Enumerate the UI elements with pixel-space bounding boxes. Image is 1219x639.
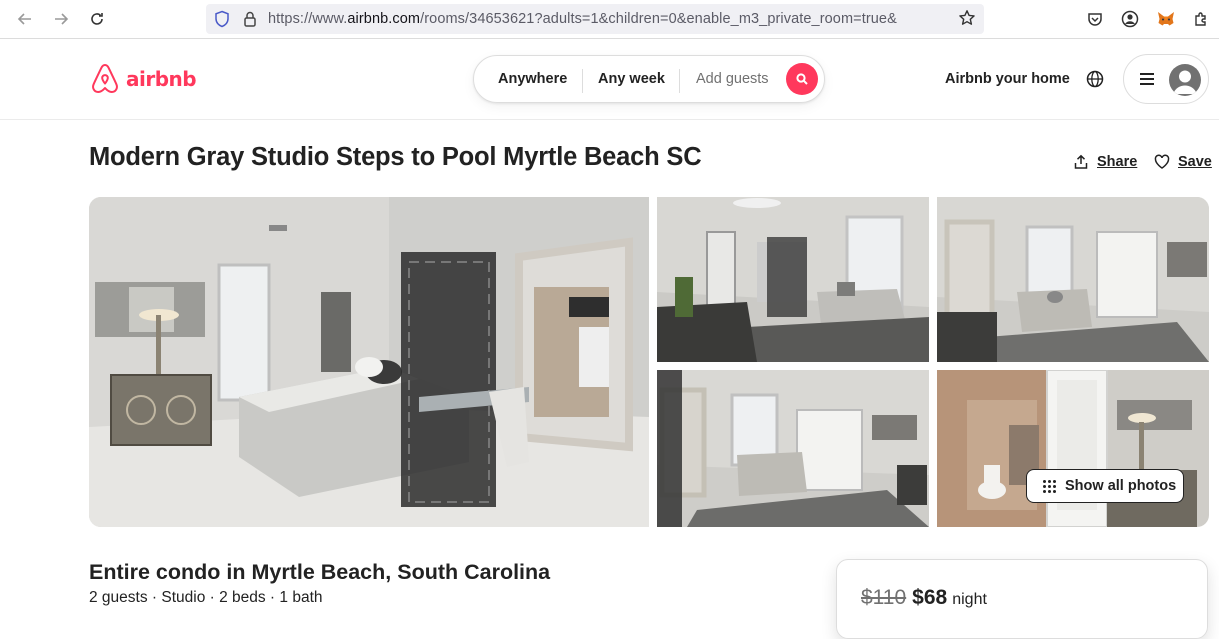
account-icon[interactable] xyxy=(1119,8,1141,30)
hamburger-menu-icon xyxy=(1139,72,1155,86)
listing-photo-main[interactable] xyxy=(89,197,649,527)
price-unit: night xyxy=(952,591,987,608)
back-arrow-icon[interactable] xyxy=(14,8,36,30)
search-add-guests-button[interactable]: Add guests xyxy=(696,71,769,87)
airbnb-belo-icon xyxy=(92,64,118,93)
pocket-icon[interactable] xyxy=(1084,8,1106,30)
discounted-price: $68 xyxy=(912,586,948,609)
booking-card: $110 $68 night xyxy=(836,559,1208,639)
search-anywhere-button[interactable]: Anywhere xyxy=(498,71,567,87)
show-all-photos-button[interactable]: Show all photos xyxy=(1026,469,1184,503)
url-bar[interactable]: https://www.airbnb.com/rooms/34653621?ad… xyxy=(206,4,984,34)
airbnb-logo[interactable]: airbnb xyxy=(89,62,197,96)
listing-type-heading: Entire condo in Myrtle Beach, South Caro… xyxy=(89,560,551,584)
bookmark-star-icon[interactable] xyxy=(958,9,976,32)
listing-photo-3[interactable] xyxy=(937,197,1209,362)
avatar-icon xyxy=(1169,64,1201,96)
price-row: $110 $68 night xyxy=(861,586,987,610)
search-any-week-button[interactable]: Any week xyxy=(598,71,665,87)
listing-title: Modern Gray Studio Steps to Pool Myrtle … xyxy=(89,143,702,171)
search-bar[interactable]: Anywhere Any week Add guests xyxy=(473,55,825,103)
show-all-photos-label: Show all photos xyxy=(1065,478,1177,494)
extensions-puzzle-icon[interactable] xyxy=(1190,8,1212,30)
search-divider xyxy=(679,69,680,93)
airbnb-your-home-link[interactable]: Airbnb your home xyxy=(945,71,1070,87)
listing-photo-4[interactable] xyxy=(657,370,929,527)
original-price: $110 xyxy=(861,586,907,609)
metamask-fox-icon[interactable] xyxy=(1155,8,1177,30)
listing-photo-2[interactable] xyxy=(657,197,929,362)
share-button[interactable]: Share xyxy=(1073,154,1137,170)
listing-details: 2 guests · Studio · 2 beds · 1 bath xyxy=(89,589,323,606)
grid-dots-icon xyxy=(1043,479,1056,493)
reload-icon[interactable] xyxy=(86,8,108,30)
save-label: Save xyxy=(1178,154,1212,170)
globe-icon[interactable] xyxy=(1086,70,1104,88)
share-label: Share xyxy=(1097,154,1138,170)
browser-toolbar: https://www.airbnb.com/rooms/34653621?ad… xyxy=(0,0,1219,39)
heart-icon xyxy=(1154,154,1170,169)
airbnb-logo-text: airbnb xyxy=(126,67,197,91)
user-menu-button[interactable] xyxy=(1123,54,1209,104)
shield-icon[interactable] xyxy=(214,10,230,28)
share-icon xyxy=(1074,154,1088,169)
site-header: airbnb Anywhere Any week Add guests Airb… xyxy=(0,40,1219,120)
url-text[interactable]: https://www.airbnb.com/rooms/34653621?ad… xyxy=(268,11,953,27)
forward-arrow-icon[interactable] xyxy=(50,8,72,30)
search-icon xyxy=(796,73,808,85)
save-button[interactable]: Save xyxy=(1154,154,1212,170)
search-divider xyxy=(582,69,583,93)
listing-photo-5[interactable] xyxy=(937,370,1209,527)
search-submit-button[interactable] xyxy=(786,63,818,95)
lock-icon[interactable] xyxy=(242,10,258,28)
